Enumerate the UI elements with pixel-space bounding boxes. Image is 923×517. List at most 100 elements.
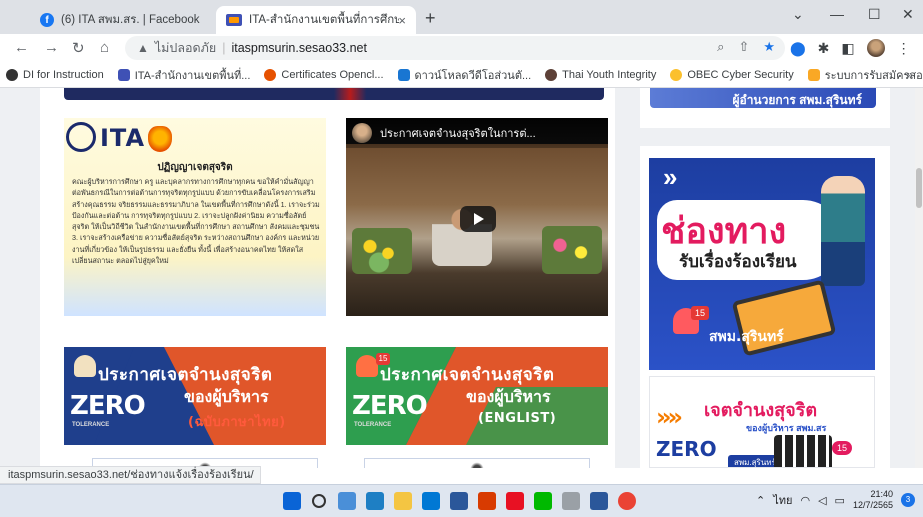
chevron-up-icon[interactable]: ⌃ [756,494,765,507]
address-bar[interactable]: ▲ ไม่ปลอดภัย | itaspmsurin.sesao33.net ⌕… [125,36,785,60]
mail-icon[interactable] [450,492,468,510]
share-icon[interactable]: ⇧ [738,39,749,55]
more-bookmarks-button[interactable]: » [906,68,913,82]
edge-icon[interactable] [422,492,440,510]
zero-tolerance-logo: ZERO [656,437,717,461]
zero-tolerance-sub: TOLERANCE [72,422,110,428]
word-icon[interactable] [590,492,608,510]
bookmark-item[interactable]: DI for Instruction [6,68,104,81]
banner-line2: ของผู้บริหาร [466,387,551,406]
chrome-icon[interactable] [618,492,636,510]
notification-badge[interactable]: 3 [901,493,915,507]
address-actions: ⌕ ⇧ ★ [717,39,775,55]
profile-avatar[interactable] [866,39,885,57]
integrity-announcement-english-banner[interactable]: 15 ประกาศเจตจำนงสุจริต ของผู้บริหาร (ENG… [346,347,608,445]
bookmark-icon [807,68,820,81]
line-icon[interactable] [534,492,552,510]
link-status-bar: itaspmsurin.sesao33.net/ช่องทางแจ้งเรื่อ… [0,466,261,484]
channel-subtitle: รับเรื่องร้องเรียน [679,252,797,272]
new-tab-button[interactable]: + [425,8,436,29]
app-icon[interactable] [562,492,580,510]
garuda-seal-icon [468,461,486,468]
bookmark-item[interactable]: Thai Youth Integrity [545,68,656,81]
zero-tolerance-logo: ZERO [70,391,146,421]
store-icon[interactable] [366,492,384,510]
crowd-silhouette [774,435,832,467]
reload-button[interactable]: ↻ [72,39,85,57]
director-card[interactable]: ผู้อำนวยการ สพม.สุรินทร์ [640,88,890,128]
scrollbar-thumb[interactable] [916,168,922,208]
widgets-icon[interactable] [338,492,356,510]
bookmark-icon [545,68,558,81]
complaint-channel-card[interactable]: » ช่องทาง รับเรื่องร้องเรียน 15 สพม.สุริ… [640,146,890,386]
person-figure [821,176,865,286]
clock[interactable]: 21:40 12/7/2565 [853,489,893,511]
extensions-area: ⬤ ✱ ◧ ⋮ [790,39,911,57]
maximize-button[interactable]: ☐ [868,6,881,23]
chevron-down-icon: » [663,162,678,192]
channel-label: สพม.สุรินทร์ [709,329,784,345]
integrity-title: เจตจำนงสุจริต [704,400,818,421]
close-tab-icon[interactable]: × [398,13,406,28]
top-banner[interactable] [64,88,604,100]
integrity-declaration-image[interactable]: ITA ปฏิญญาเจตสุจริต คณะผู้บริหารการศึกษา… [64,118,326,316]
video-title[interactable]: ประกาศเจตจำนงสุจริตในการต่... [380,124,536,142]
ita-logo: ITA [100,124,146,152]
zero-tolerance-logo: ZERO [352,391,428,421]
extension-icon[interactable]: ⬤ [790,40,806,57]
ita-favicon-icon [226,14,242,26]
start-button[interactable] [283,492,301,510]
browser-toolbar: ← → ↻ ⌂ ▲ ไม่ปลอดภัย | itaspmsurin.sesao… [0,34,923,62]
office-icon[interactable] [478,492,496,510]
integrity-banner[interactable]: »» เจตจำนงสุจริต ของผู้บริหาร สพม.สร ZER… [649,376,875,468]
zoom-icon[interactable]: ⌕ [717,39,724,55]
notification-badge: 15 [691,306,709,320]
minimize-button[interactable]: — [830,6,844,22]
back-button[interactable]: ← [14,39,29,56]
facebook-icon: f [40,13,54,27]
url-text[interactable]: itaspmsurin.sesao33.net [231,41,367,55]
sidepanel-icon[interactable]: ◧ [841,40,854,57]
wifi-icon[interactable]: ◠ [800,494,810,507]
bookmark-icon [264,68,277,81]
main-content: ITA ปฏิญญาเจตสุจริต คณะผู้บริหารการศึกษา… [40,88,615,468]
bookmark-label: OBEC Cyber Security [687,68,794,81]
complaint-channel-banner[interactable]: » ช่องทาง รับเรื่องร้องเรียน 15 สพม.สุริ… [649,158,875,372]
file-explorer-icon[interactable] [394,492,412,510]
search-icon[interactable] [312,494,326,508]
flowers-right [542,226,602,274]
bookmark-star-icon[interactable]: ★ [763,39,775,55]
menu-icon[interactable]: ⋮ [897,40,911,57]
zero-tolerance-sub: TOLERANCE [354,422,392,428]
forward-button[interactable]: → [44,39,59,56]
tab-strip: f (6) ITA สพม.สร. | Facebook × ITA-สำนัก… [0,0,923,34]
bookmark-icon [397,68,410,81]
home-button[interactable]: ⌂ [100,39,109,56]
director-text: ผู้อำนวยการ สพม.สุรินทร์ [732,93,862,107]
close-window-button[interactable]: ✕ [902,6,914,23]
tab-ita[interactable]: ITA-สำนักงานเขตพื้นที่การศึกษามัธยม × [216,6,416,34]
channel-avatar[interactable] [352,123,372,143]
integrity-card[interactable]: »» เจตจำนงสุจริต ของผู้บริหาร สพม.สร ZER… [640,370,890,468]
notification-badge: 15 [832,441,853,455]
tab-search-icon[interactable]: ⌄ [792,6,804,23]
bookmark-item[interactable]: ITA-สำนักงานเขตพื้นที่... [117,66,250,84]
battery-icon[interactable]: ▭ [835,494,845,507]
document-card[interactable] [364,458,590,468]
ime-indicator[interactable]: ไทย [773,491,792,509]
integrity-announcement-thai-banner[interactable]: ประกาศเจตจำนงสุจริต ของผู้บริหาร (ฉบับภา… [64,347,326,445]
declaration-body: คณะผู้บริหารการศึกษา ครู และบุคลากรทางกา… [72,177,320,266]
video-embed[interactable]: ประกาศเจตจำนงสุจริตในการต่... [346,118,608,316]
ita-logo-ring [66,122,96,152]
vertical-scrollbar[interactable] [915,88,923,468]
integrity-subtitle: ของผู้บริหาร สพม.สร [746,423,827,433]
bookmark-item[interactable]: OBEC Cyber Security [670,68,794,81]
play-button-icon[interactable] [460,206,496,232]
bookmark-item[interactable]: Certificates Opencl... [264,68,384,81]
youtube-icon[interactable] [506,492,524,510]
banner-line1: ประกาศเจตจำนงสุจริต [98,365,273,385]
bookmark-label: ดาวน์โหลดวีดีโอส่วนตั... [414,69,532,82]
bookmark-item[interactable]: ดาวน์โหลดวีดีโอส่วนตั... [397,66,532,84]
puzzle-icon[interactable]: ✱ [818,40,830,57]
volume-icon[interactable]: ◁ [818,494,826,507]
